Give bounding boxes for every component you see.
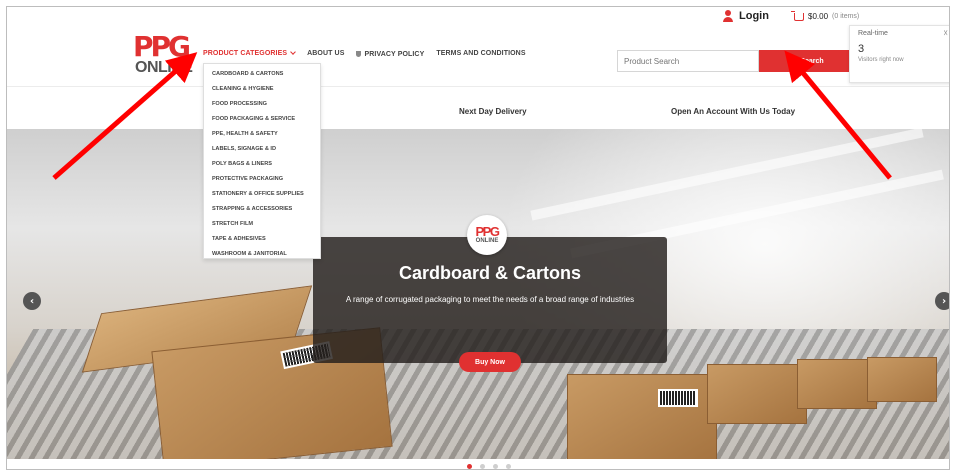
carton-box <box>867 357 937 402</box>
browser-page: Login $0.00 (0 items) PPG ONLINE PRODUCT… <box>6 6 950 470</box>
carton-box <box>797 359 877 409</box>
logo-subtext: ONLINE <box>135 59 193 76</box>
hero-title: Cardboard & Cartons <box>398 263 582 283</box>
dropdown-item-poly-bags-liners[interactable]: POLY BAGS & LINERS <box>212 161 272 167</box>
user-icon <box>723 10 733 22</box>
dropdown-item-strapping-accessories[interactable]: STRAPPING & ACCESSORIES <box>212 206 292 212</box>
login-label: Login <box>739 10 769 22</box>
nav-terms-and-conditions[interactable]: TERMS AND CONDITIONS <box>436 50 525 58</box>
dropdown-item-food-processing[interactable]: FOOD PROCESSING <box>212 101 267 107</box>
carton-box <box>707 364 807 424</box>
dropdown-item-cleaning-hygiene[interactable]: CLEANING & HYGIENE <box>212 86 274 92</box>
login-link[interactable]: Login <box>723 10 769 22</box>
cart-icon <box>791 10 804 21</box>
cart-link[interactable]: $0.00 (0 items) <box>791 10 860 21</box>
dropdown-item-stationery-office[interactable]: STATIONERY & OFFICE SUPPLIES <box>212 191 304 197</box>
carousel-dots <box>467 464 511 469</box>
nav-privacy-policy[interactable]: PRIVACY POLICY <box>356 50 424 58</box>
dropdown-item-tape-adhesives[interactable]: TAPE & ADHESIVES <box>212 236 266 242</box>
search-button-label: Search <box>800 57 824 65</box>
carousel-dot-4[interactable] <box>506 464 511 469</box>
realtime-visitors-widget: Real-time ☓ 3 Visitors right now <box>849 25 949 83</box>
shield-icon <box>356 51 362 57</box>
nav-product-categories[interactable]: PRODUCT CATEGORIES <box>203 49 296 58</box>
logo-mark: PPG <box>133 30 191 63</box>
carton-box <box>567 374 717 459</box>
strip-next-day-delivery[interactable]: Next Day Delivery <box>459 107 527 116</box>
carousel-prev-button[interactable]: ‹ <box>23 292 41 310</box>
nav-privacy-policy-label: PRIVACY POLICY <box>364 51 425 58</box>
close-icon[interactable]: ☓ <box>943 28 948 39</box>
nav-about-us[interactable]: ABOUT US <box>307 50 344 58</box>
chevron-down-icon <box>290 49 296 55</box>
strip-open-account[interactable]: Open An Account With Us Today <box>671 107 795 116</box>
product-categories-dropdown: CARDBOARD & CARTONS CLEANING & HYGIENE F… <box>203 63 321 259</box>
header-divider <box>7 86 949 87</box>
dropdown-item-ppe-health-safety[interactable]: PPE, HEALTH & SAFETY <box>212 131 278 137</box>
hero-description: A range of corrugated packaging to meet … <box>345 295 635 304</box>
carousel-dot-3[interactable] <box>493 464 498 469</box>
product-search-input[interactable] <box>617 50 759 72</box>
top-utility-bar: Login $0.00 (0 items) <box>7 7 949 29</box>
dropdown-item-protective-packaging[interactable]: PROTECTIVE PACKAGING <box>212 176 283 182</box>
realtime-title: Real-time <box>858 30 888 37</box>
buy-now-button[interactable]: Buy Now <box>459 352 521 372</box>
cart-count: (0 items) <box>832 13 860 20</box>
carousel-dot-1[interactable] <box>467 464 472 469</box>
cart-amount: $0.00 <box>808 12 829 21</box>
hero-logo-subtext: ONLINE <box>475 237 499 244</box>
dropdown-item-washroom-janitorial[interactable]: WASHROOM & JANITORIAL <box>212 251 287 257</box>
dropdown-item-food-packaging-service[interactable]: FOOD PACKAGING & SERVICE <box>212 116 295 122</box>
search-button[interactable]: Search <box>759 50 854 72</box>
barcode-label <box>658 389 698 407</box>
hero-logo-mark: PPG <box>475 223 500 239</box>
carousel-dot-2[interactable] <box>480 464 485 469</box>
hero-logo-badge: PPG ONLINE <box>467 215 507 255</box>
search-icon <box>789 57 797 65</box>
main-nav: PRODUCT CATEGORIES ABOUT US PRIVACY POLI… <box>203 49 526 58</box>
dropdown-item-cardboard-cartons[interactable]: CARDBOARD & CARTONS <box>212 71 283 77</box>
realtime-visitor-count: 3 <box>858 43 865 55</box>
carousel-next-button[interactable]: › <box>935 292 949 310</box>
dropdown-item-labels-signage-id[interactable]: LABELS, SIGNAGE & ID <box>212 146 276 152</box>
site-logo[interactable]: PPG ONLINE <box>133 33 193 81</box>
nav-product-categories-label: PRODUCT CATEGORIES <box>203 50 288 57</box>
realtime-subtitle: Visitors right now <box>858 57 904 63</box>
dropdown-item-stretch-film[interactable]: STRETCH FILM <box>212 221 253 227</box>
